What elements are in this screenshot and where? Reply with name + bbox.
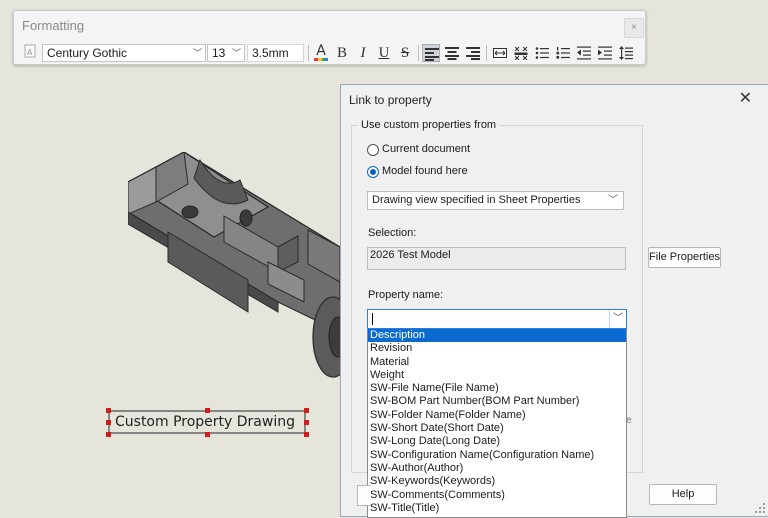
selection-value: 2026 Test Model	[370, 249, 451, 261]
font-size-combo[interactable]: 13 ﹀	[207, 44, 245, 62]
font-name-value: Century Gothic	[47, 46, 128, 60]
selection-handle[interactable]	[304, 432, 309, 437]
property-option[interactable]: SW-Long Date(Long Date)	[368, 435, 626, 448]
stack-icon	[514, 46, 528, 60]
align-left-icon	[425, 48, 439, 61]
selection-handle[interactable]	[106, 420, 111, 425]
selection-handle[interactable]	[205, 408, 210, 413]
property-option[interactable]: SW-Keywords(Keywords)	[368, 475, 626, 488]
property-source-value: Drawing view specified in Sheet Properti…	[372, 194, 581, 206]
chevron-down-icon: ﹀	[608, 195, 618, 206]
dialog-title: Link to property	[349, 93, 432, 107]
toolbar-divider	[486, 45, 487, 61]
property-option[interactable]: SW-Short Date(Short Date)	[368, 422, 626, 435]
file-properties-button[interactable]: File Properties	[648, 247, 721, 268]
font-style-icon[interactable]: A	[22, 44, 38, 62]
italic-button[interactable]: I	[354, 44, 372, 62]
radio-unchecked-icon	[367, 144, 379, 156]
radio-checked-icon	[367, 166, 379, 178]
bullet-list-icon	[535, 47, 549, 59]
property-option[interactable]: Material	[368, 356, 626, 369]
bullet-list-button[interactable]	[533, 44, 551, 62]
property-name-combo[interactable]: ﹀	[367, 309, 627, 329]
selection-handle[interactable]	[106, 408, 111, 413]
selection-handle[interactable]	[205, 432, 210, 437]
ok-button[interactable]	[357, 485, 371, 506]
property-name-dropdown-list[interactable]: Description Revision Material Weight SW-File…	[367, 329, 627, 518]
formatting-close-button[interactable]: ×	[624, 18, 644, 38]
property-name-label: Property name:	[368, 289, 444, 301]
italic-icon: I	[360, 45, 366, 61]
bold-button[interactable]: B	[333, 44, 351, 62]
formatting-title: Formatting	[22, 18, 85, 33]
line-spacing-button[interactable]	[617, 44, 635, 62]
link-to-property-dialog: Link to property ✕ Use custom properties…	[340, 84, 768, 518]
property-option[interactable]: SW-BOM Part Number(BOM Part Number)	[368, 395, 626, 408]
chevron-down-icon: ﹀	[231, 48, 241, 58]
selection-label: Selection:	[368, 227, 417, 239]
font-height-value: 3.5mm	[252, 46, 289, 60]
numbered-list-button[interactable]	[554, 44, 572, 62]
strikethrough-icon: S	[400, 45, 410, 61]
font-height-field[interactable]: 3.5mm	[247, 44, 304, 62]
note-text: Custom Property Drawing	[115, 414, 295, 430]
property-option[interactable]: SW-Comments(Comments)	[368, 489, 626, 502]
increase-indent-button[interactable]	[596, 44, 614, 62]
property-option[interactable]: Description	[368, 329, 626, 343]
selection-handle[interactable]	[304, 408, 309, 413]
align-center-icon	[445, 47, 459, 60]
radio-current-document-label: Current document	[382, 143, 471, 155]
property-option[interactable]: Weight	[368, 369, 626, 382]
custom-property-note[interactable]: Custom Property Drawing	[108, 410, 306, 434]
obscured-option-text: e	[626, 415, 632, 426]
resize-grip-icon[interactable]	[754, 502, 766, 514]
property-source-select[interactable]: Drawing view specified in Sheet Properti…	[367, 191, 624, 210]
property-option[interactable]: SW-Title(Title)	[368, 502, 626, 515]
toolbar-divider	[418, 45, 419, 61]
font-name-combo[interactable]: Century Gothic ﹀	[42, 44, 206, 62]
radio-model-found-here-label: Model found here	[382, 165, 468, 177]
bold-icon: B	[336, 45, 347, 61]
align-right-button[interactable]	[464, 44, 482, 62]
decrease-indent-icon	[577, 46, 591, 60]
fit-text-button[interactable]	[491, 44, 509, 62]
toolbar-divider	[308, 45, 309, 61]
svg-text:A: A	[27, 48, 33, 57]
property-option[interactable]: SW-Folder Name(Folder Name)	[368, 409, 626, 422]
selection-handle[interactable]	[304, 420, 309, 425]
selection-handle[interactable]	[106, 432, 111, 437]
strikethrough-button[interactable]: S	[396, 44, 414, 62]
underline-button[interactable]: U	[375, 44, 393, 62]
stack-button[interactable]	[512, 44, 530, 62]
chevron-down-icon[interactable]: ﹀	[609, 310, 626, 328]
property-option[interactable]: SW-Configuration Name(Configuration Name…	[368, 449, 626, 462]
numbered-list-icon	[556, 47, 570, 59]
line-spacing-icon	[619, 46, 633, 60]
property-option[interactable]: SW-Author(Author)	[368, 462, 626, 475]
font-size-value: 13	[212, 46, 226, 60]
font-color-button[interactable]: A	[312, 43, 330, 62]
close-icon[interactable]: ✕	[739, 88, 752, 108]
model-drawing-view[interactable]	[128, 152, 340, 402]
chevron-down-icon: ﹀	[192, 48, 202, 58]
text-caret	[372, 313, 373, 325]
property-option[interactable]: Revision	[368, 342, 626, 355]
group-label: Use custom properties from	[358, 119, 500, 131]
selection-field: 2026 Test Model	[367, 247, 626, 270]
decrease-indent-button[interactable]	[575, 44, 593, 62]
help-button[interactable]: Help	[649, 484, 717, 505]
property-option[interactable]: SW-File Name(File Name)	[368, 382, 626, 395]
align-right-icon	[466, 47, 480, 60]
fit-text-icon	[493, 48, 507, 58]
formatting-toolbar: Formatting × A Century Gothic ﹀ 13 ﹀ 3.5…	[13, 10, 646, 65]
underline-icon: U	[378, 45, 390, 61]
align-left-button[interactable]	[422, 44, 440, 62]
align-center-button[interactable]	[443, 44, 461, 62]
increase-indent-icon	[598, 46, 612, 60]
